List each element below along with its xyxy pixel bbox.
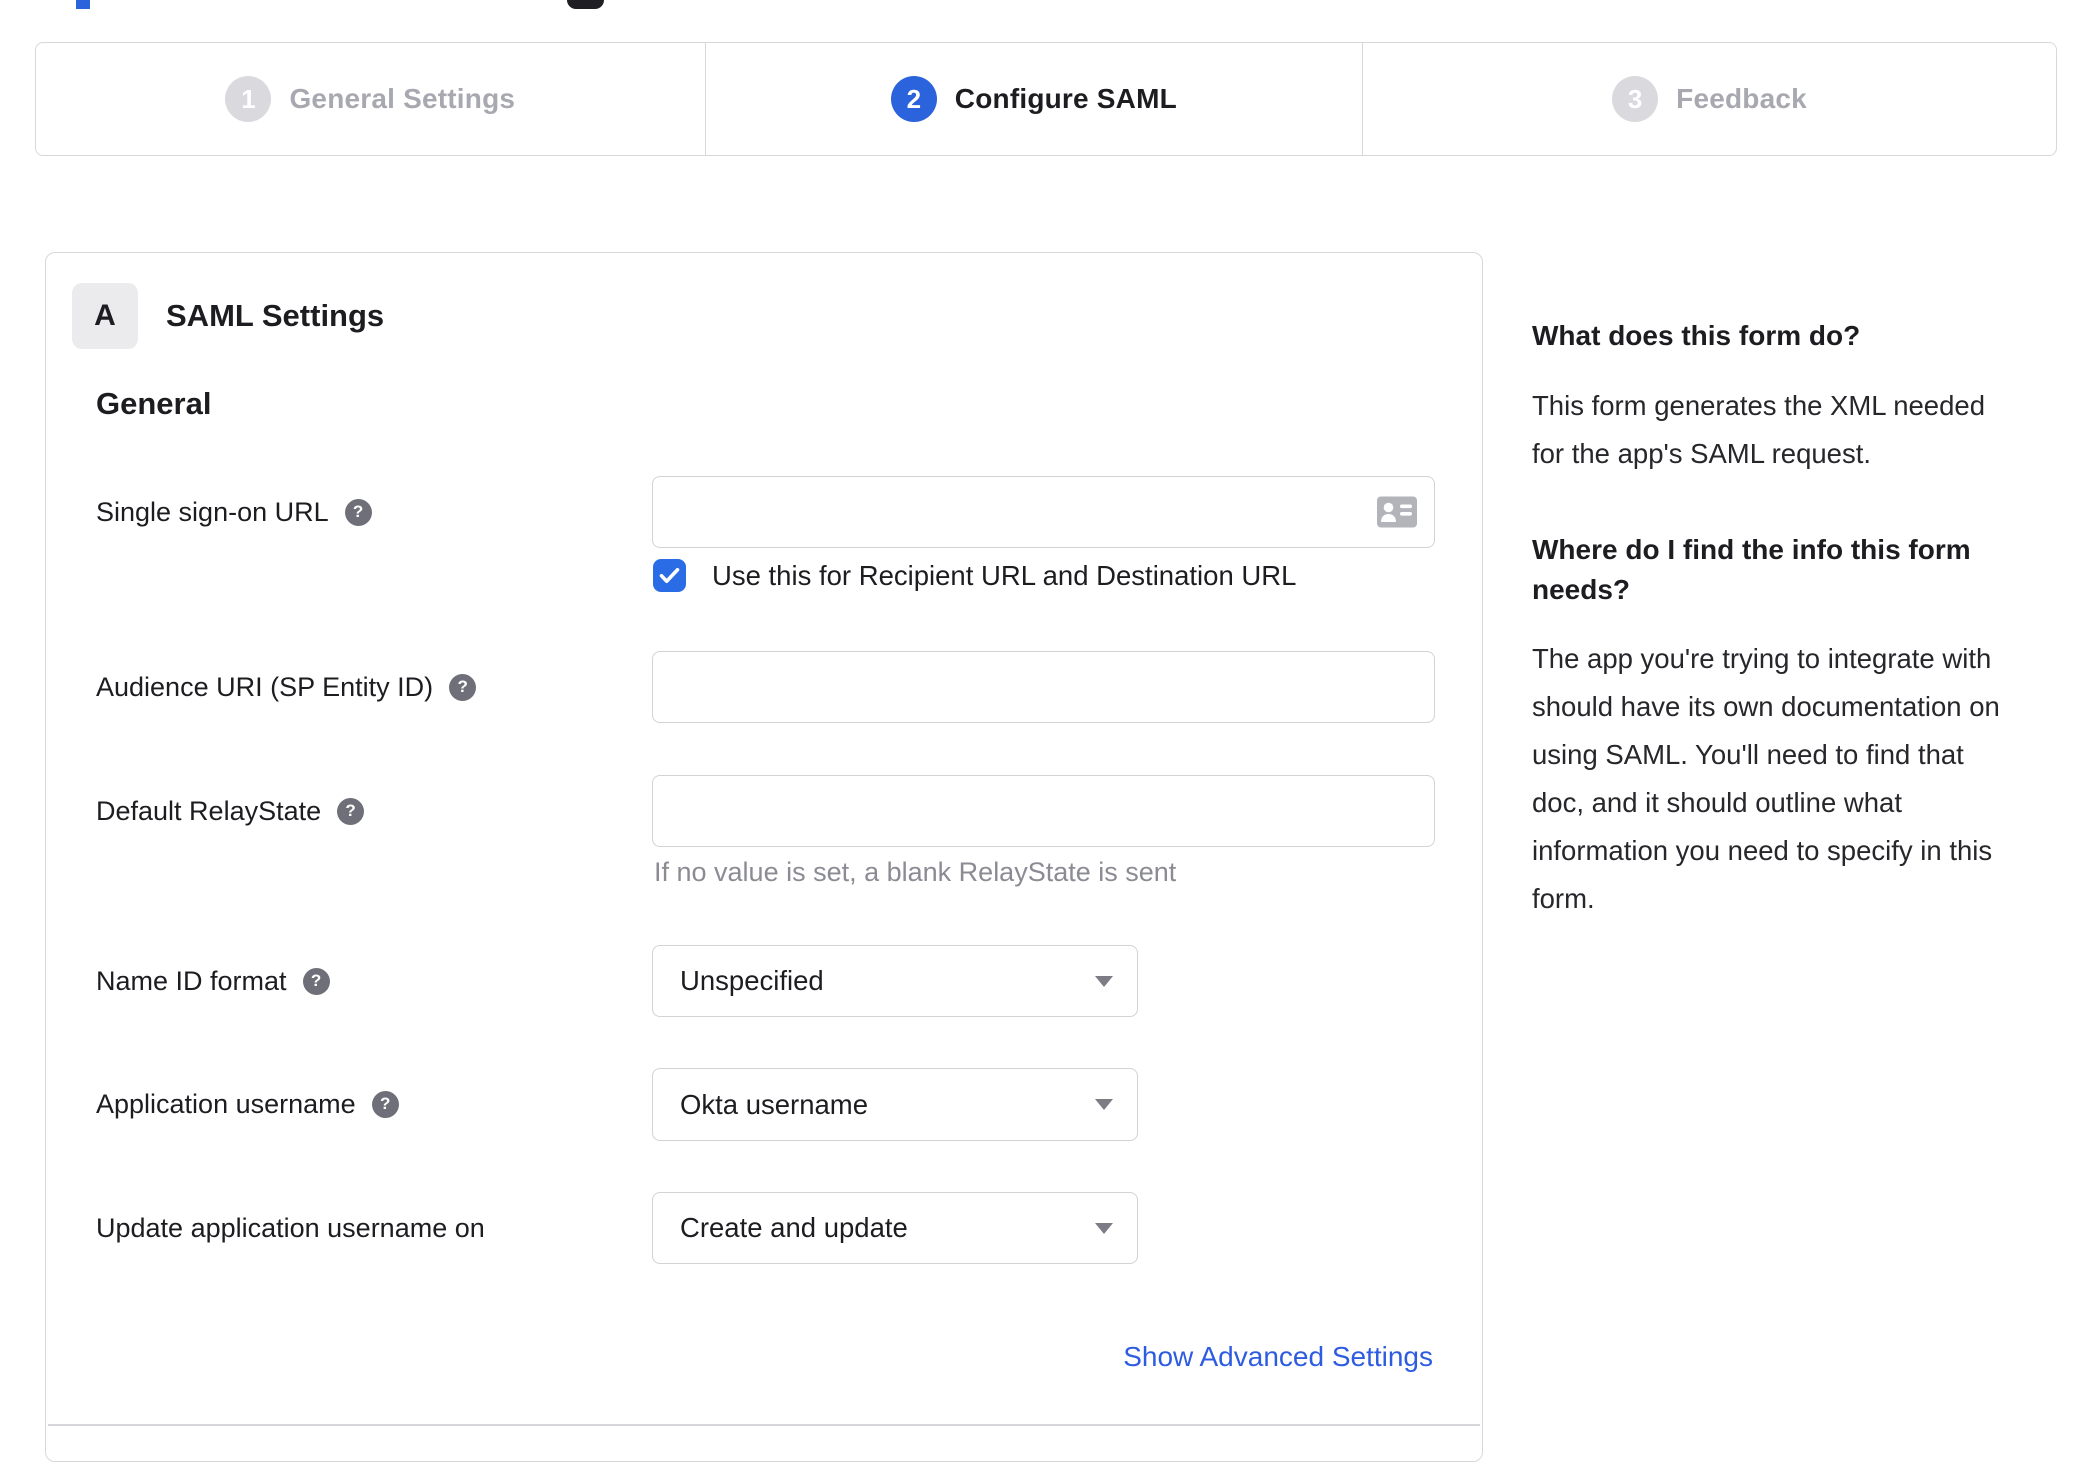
step-feedback[interactable]: 3 Feedback: [1362, 43, 2056, 155]
help-question-1: What does this form do?: [1532, 320, 1861, 351]
name-id-format-label: Name ID format ?: [96, 945, 330, 1017]
section-a-badge: A: [72, 283, 138, 349]
recipient-url-checkbox[interactable]: [653, 559, 686, 592]
step-1-label: General Settings: [289, 83, 516, 114]
app-username-label: Application username ?: [96, 1068, 399, 1140]
general-group-title: General: [96, 386, 212, 421]
section-title: SAML Settings: [166, 298, 385, 333]
sso-url-input[interactable]: [652, 476, 1435, 548]
wizard-stepper: 1 General Settings 2 Configure SAML 3 Fe…: [35, 42, 2057, 156]
audience-uri-label: Audience URI (SP Entity ID) ?: [96, 651, 477, 723]
sso-url-label-text: Single sign-on URL: [96, 496, 329, 527]
step-2-label: Configure SAML: [954, 83, 1177, 114]
app-username-label-text: Application username: [96, 1088, 356, 1119]
step-2-number-badge: 2: [890, 76, 937, 122]
step-configure-saml[interactable]: 2 Configure SAML: [704, 43, 1363, 155]
step-3-label: Feedback: [1676, 83, 1807, 114]
update-username-label-text: Update application username on: [96, 1212, 485, 1243]
name-id-format-label-text: Name ID format: [96, 965, 287, 996]
name-id-format-select[interactable]: Unspecified: [652, 945, 1138, 1017]
relaystate-help-icon[interactable]: ?: [337, 797, 365, 825]
step-3-number-badge: 3: [1612, 76, 1659, 122]
relaystate-hint: If no value is set, a blank RelayState i…: [654, 857, 1177, 887]
audience-uri-help-icon[interactable]: ?: [449, 673, 477, 701]
clipped-blue-icon-fragment: [76, 0, 90, 9]
help-sidebar: What does this form do? This form genera…: [1532, 316, 2037, 975]
show-advanced-settings-link[interactable]: Show Advanced Settings: [1123, 1341, 1433, 1373]
app-username-help-icon[interactable]: ?: [371, 1090, 399, 1118]
audience-uri-input[interactable]: [652, 651, 1435, 723]
help-question-2: Where do I find the info this form needs…: [1532, 533, 1971, 605]
step-1-number-badge: 1: [225, 76, 272, 122]
relaystate-label-text: Default RelayState: [96, 795, 322, 826]
saml-settings-header: A SAML Settings: [72, 283, 384, 349]
update-username-value: Create and update: [680, 1212, 908, 1243]
update-username-select[interactable]: Create and update: [652, 1192, 1138, 1264]
saml-settings-panel: A SAML Settings General Single sign-on U…: [45, 252, 1483, 1462]
app-username-value: Okta username: [680, 1088, 869, 1120]
relaystate-label: Default RelayState ?: [96, 775, 365, 847]
audience-uri-input-wrap: [652, 651, 1435, 723]
help-answer-2: The app you're trying to integrate with …: [1532, 643, 2000, 915]
sso-url-input-wrap: [652, 476, 1435, 548]
saml-config-wizard-page: 1 General Settings 2 Configure SAML 3 Fe…: [0, 0, 2092, 1462]
sso-url-help-icon[interactable]: ?: [344, 498, 372, 526]
recipient-url-checkbox-label: Use this for Recipient URL and Destinati…: [712, 559, 1297, 591]
clipped-dark-logo-fragment: [567, 0, 604, 9]
name-id-format-value: Unspecified: [680, 965, 824, 996]
recipient-url-checkbox-row[interactable]: Use this for Recipient URL and Destinati…: [653, 559, 1296, 592]
audience-uri-label-text: Audience URI (SP Entity ID): [96, 671, 434, 702]
relaystate-input-wrap: [652, 775, 1435, 847]
name-id-format-help-icon[interactable]: ?: [302, 967, 330, 995]
update-username-label: Update application username on: [96, 1192, 485, 1264]
chevron-down-icon: [1095, 1222, 1113, 1234]
relaystate-input[interactable]: [652, 775, 1435, 847]
chevron-down-icon: [1095, 1099, 1113, 1110]
help-answer-1: This form generates the XML needed for t…: [1532, 389, 1985, 469]
step-general-settings[interactable]: 1 General Settings: [36, 43, 705, 155]
checkmark-icon: [659, 568, 680, 583]
sso-url-label: Single sign-on URL ?: [96, 476, 372, 548]
chevron-down-icon: [1095, 975, 1113, 987]
app-username-select[interactable]: Okta username: [652, 1068, 1138, 1141]
